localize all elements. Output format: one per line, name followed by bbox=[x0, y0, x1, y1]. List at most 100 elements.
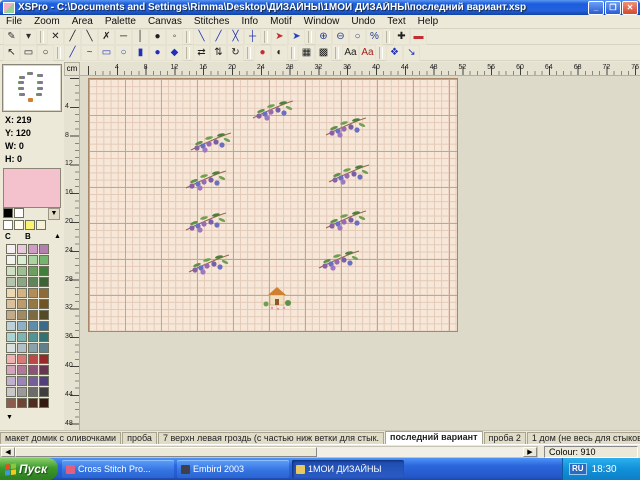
grid-style-toggle[interactable]: ▩ bbox=[315, 45, 332, 61]
straight-stitch-tool[interactable]: │ bbox=[132, 29, 149, 45]
palette-swatch-44[interactable] bbox=[6, 365, 16, 375]
palette-swatch-42[interactable] bbox=[28, 354, 38, 364]
palette-swatch-38[interactable] bbox=[28, 343, 38, 353]
tab-1[interactable]: макет домик с оливочками bbox=[0, 432, 121, 444]
palette-swatch-40[interactable] bbox=[6, 354, 16, 364]
curve-tool[interactable]: ~ bbox=[81, 45, 98, 61]
palette-swatch-8[interactable] bbox=[6, 266, 16, 276]
french-knot-tool[interactable]: ● bbox=[149, 29, 166, 45]
palette-swatch-32[interactable] bbox=[6, 332, 16, 342]
menu-item-zoom[interactable]: Zoom bbox=[28, 16, 66, 27]
scroll-thumb[interactable] bbox=[15, 447, 317, 457]
menu-item-area[interactable]: Area bbox=[66, 16, 99, 27]
taskbar-button-3[interactable]: 1МОИ ДИЗАЙНЫ bbox=[292, 460, 404, 478]
three-quarter-stitch-tool[interactable]: ✗ bbox=[98, 29, 115, 45]
menu-item-info[interactable]: Info bbox=[235, 16, 264, 27]
forward-arrow-tool[interactable]: ➤ bbox=[271, 29, 288, 45]
tab-3[interactable]: 7 верхн левая гроздь (с частью ниж ветки… bbox=[158, 432, 384, 444]
language-indicator[interactable]: RU bbox=[569, 463, 587, 475]
palette-tool[interactable]: ◐ bbox=[271, 45, 288, 61]
palette-swatch-41[interactable] bbox=[17, 354, 27, 364]
palette-swatch-54[interactable] bbox=[28, 387, 38, 397]
palette-swatch-24[interactable] bbox=[6, 310, 16, 320]
palette-swatch-45[interactable] bbox=[17, 365, 27, 375]
palette-swatch-25[interactable] bbox=[17, 310, 27, 320]
pencil-tool[interactable]: ✎ bbox=[3, 29, 20, 45]
palette-swatch-33[interactable] bbox=[17, 332, 27, 342]
grid-toggle[interactable]: ▦ bbox=[298, 45, 315, 61]
export-tool[interactable]: ↘ bbox=[403, 45, 420, 61]
palette-swatch-43[interactable] bbox=[39, 354, 49, 364]
ellipse-tool[interactable]: ○ bbox=[115, 45, 132, 61]
menu-item-stitches[interactable]: Stitches bbox=[188, 16, 236, 27]
rotate-tool[interactable]: ↻ bbox=[227, 45, 244, 61]
special-stitch-tool-2[interactable]: ╱ bbox=[210, 29, 227, 45]
palette-swatch-29[interactable] bbox=[17, 321, 27, 331]
palette-swatch-11[interactable] bbox=[39, 266, 49, 276]
palette-swatch-9[interactable] bbox=[17, 266, 27, 276]
preview-design[interactable] bbox=[2, 64, 62, 112]
rect-tool[interactable]: ▭ bbox=[98, 45, 115, 61]
mirror-horizontal-tool[interactable]: ⇄ bbox=[193, 45, 210, 61]
menu-item-canvas[interactable]: Canvas bbox=[142, 16, 188, 27]
palette-swatch-59[interactable] bbox=[39, 398, 49, 408]
palette-swatch-31[interactable] bbox=[39, 321, 49, 331]
mirror-vertical-tool[interactable]: ⇅ bbox=[210, 45, 227, 61]
palette-swatch-13[interactable] bbox=[17, 277, 27, 287]
special-stitch-tool-1[interactable]: ╲ bbox=[193, 29, 210, 45]
tab-4[interactable]: последний вариант bbox=[385, 431, 482, 444]
menu-item-file[interactable]: File bbox=[0, 16, 28, 27]
color-dropdown-button[interactable]: ▼ bbox=[48, 208, 60, 220]
palette-swatch-36[interactable] bbox=[6, 343, 16, 353]
text-tool-large[interactable]: Aa bbox=[359, 45, 376, 61]
palette-swatch-16[interactable] bbox=[6, 288, 16, 298]
full-cross-stitch-tool[interactable]: ✕ bbox=[47, 29, 64, 45]
palette-swatch-6[interactable] bbox=[28, 255, 38, 265]
palette-swatch-22[interactable] bbox=[28, 299, 38, 309]
palette-swatch-55[interactable] bbox=[39, 387, 49, 397]
palette-swatch-0[interactable] bbox=[6, 244, 16, 254]
bead-tool[interactable]: ◦ bbox=[166, 29, 183, 45]
palette-scroll-up-button[interactable]: ▲ bbox=[54, 233, 61, 241]
palette-scroll-down-button[interactable]: ▼ bbox=[6, 414, 13, 422]
close-button[interactable]: ✕ bbox=[622, 1, 638, 15]
palette-swatch-39[interactable] bbox=[39, 343, 49, 353]
select-tool[interactable]: ↖ bbox=[3, 45, 20, 61]
backstitch-tool[interactable]: ─ bbox=[115, 29, 132, 45]
clock[interactable]: 18:30 bbox=[592, 464, 617, 475]
palette-swatch-52[interactable] bbox=[6, 387, 16, 397]
menu-item-window[interactable]: Window bbox=[298, 16, 346, 27]
recent-color-swatch-3[interactable] bbox=[36, 220, 46, 230]
palette-swatch-5[interactable] bbox=[17, 255, 27, 265]
palette-swatch-23[interactable] bbox=[39, 299, 49, 309]
palette-swatch-14[interactable] bbox=[28, 277, 38, 287]
zoom-percent-tool[interactable]: % bbox=[366, 29, 383, 45]
scroll-right-button[interactable]: ▶ bbox=[523, 447, 537, 457]
scroll-left-button[interactable]: ◀ bbox=[1, 447, 15, 457]
lasso-tool[interactable]: ○ bbox=[37, 45, 54, 61]
back-arrow-tool[interactable]: ➤ bbox=[288, 29, 305, 45]
palette-swatch-50[interactable] bbox=[28, 376, 38, 386]
horizontal-scrollbar[interactable]: ◀ ▶ bbox=[0, 446, 538, 458]
palette-swatch-18[interactable] bbox=[28, 288, 38, 298]
palette-swatch-57[interactable] bbox=[17, 398, 27, 408]
palette-swatch-28[interactable] bbox=[6, 321, 16, 331]
palette-swatch-17[interactable] bbox=[17, 288, 27, 298]
palette-swatch-26[interactable] bbox=[28, 310, 38, 320]
palette-swatch-58[interactable] bbox=[28, 398, 38, 408]
palette-swatch-49[interactable] bbox=[17, 376, 27, 386]
palette-swatch-2[interactable] bbox=[28, 244, 38, 254]
palette-swatch-20[interactable] bbox=[6, 299, 16, 309]
zoom-out-tool[interactable]: ⊖ bbox=[332, 29, 349, 45]
menu-item-palette[interactable]: Palette bbox=[99, 16, 142, 27]
palette-swatch-7[interactable] bbox=[39, 255, 49, 265]
palette-swatch-1[interactable] bbox=[17, 244, 27, 254]
menu-item-text[interactable]: Text bbox=[381, 16, 411, 27]
tab-6[interactable]: 1 дом (не весь для стыковки) bbox=[527, 432, 640, 444]
select-rect-tool[interactable]: ▭ bbox=[20, 45, 37, 61]
half-stitch-tool[interactable]: ╱ bbox=[64, 29, 81, 45]
zoom-fit-tool[interactable]: ○ bbox=[349, 29, 366, 45]
palette-swatch-12[interactable] bbox=[6, 277, 16, 287]
pan-tool[interactable]: ✚ bbox=[393, 29, 410, 45]
palette-swatch-56[interactable] bbox=[6, 398, 16, 408]
